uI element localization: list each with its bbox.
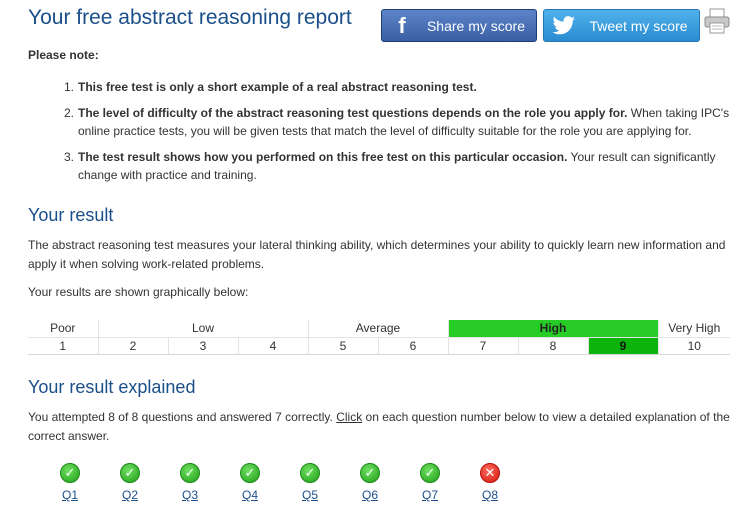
scale-number: 1 [28,336,99,355]
click-link[interactable]: Click [336,410,362,424]
twitter-share-label: Tweet my score [589,17,688,34]
question-link[interactable]: Q7 [422,488,438,502]
check-icon: ✓ [240,463,260,483]
scale-number: 10 [658,336,730,355]
question-link[interactable]: Q5 [302,488,318,502]
question-link[interactable]: Q3 [182,488,198,502]
page-title: Your free abstract reasoning report [28,6,352,29]
question-link[interactable]: Q2 [122,488,138,502]
scale-number-selected: 9 [588,336,659,355]
note-bold-text: The test result shows how you performed … [78,150,568,164]
scale-number: 5 [308,336,379,355]
question-item[interactable]: ✓ Q5 [280,463,340,502]
scale-number: 3 [168,336,239,355]
note-item: 2. The level of difficulty of the abstra… [64,104,732,140]
cross-icon: ✕ [480,463,500,483]
result-heading: Your result [28,205,114,225]
scale-category: Low [98,320,309,337]
facebook-share-button[interactable]: f Share my score [381,9,537,42]
scale-category: Poor [28,320,99,337]
question-link[interactable]: Q4 [242,488,258,502]
question-item[interactable]: ✓ Q1 [40,463,100,502]
check-icon: ✓ [360,463,380,483]
check-icon: ✓ [180,463,200,483]
check-icon: ✓ [300,463,320,483]
question-item[interactable]: ✓ Q6 [340,463,400,502]
note-bold-text: This free test is only a short example o… [78,80,477,94]
question-item[interactable]: ✓ Q7 [400,463,460,502]
scale-number: 7 [448,336,519,355]
note-number: 3. [64,150,75,164]
question-list: ✓ Q1 ✓ Q2 ✓ Q3 ✓ Q4 ✓ Q5 ✓ Q6 ✓ Q7 ✕ Q8 [40,463,520,502]
scale-category: Very High [668,321,721,336]
note-number: 1. [64,80,75,94]
facebook-icon: f [398,12,406,38]
scale-number: 4 [238,336,309,355]
scale-category-highlighted: High [448,320,659,337]
note-bold-text: The level of difficulty of the abstract … [78,106,628,120]
note-number: 2. [64,106,75,120]
explained-heading: Your result explained [28,377,196,397]
question-link[interactable]: Q6 [362,488,378,502]
question-item[interactable]: ✓ Q4 [220,463,280,502]
twitter-share-button[interactable]: Tweet my score [543,9,700,42]
note-heading: Please note: [28,48,99,62]
facebook-share-label: Share my score [426,17,526,34]
question-item[interactable]: ✓ Q3 [160,463,220,502]
check-icon: ✓ [420,463,440,483]
note-item: 1. This free test is only a short exampl… [64,78,732,96]
question-item[interactable]: ✕ Q8 [460,463,520,502]
explained-text: You attempted 8 of 8 questions and answe… [28,408,733,446]
scale-number: 8 [518,336,589,355]
printer-icon[interactable] [704,8,730,34]
result-description: The abstract reasoning test measures you… [28,238,726,271]
scale-number: 6 [378,336,449,355]
result-scale: Poor Low Average High Very High 1 2 3 4 … [28,320,730,355]
twitter-bird-icon [544,10,584,41]
explained-text-before: You attempted 8 of 8 questions and answe… [28,410,337,424]
check-icon: ✓ [120,463,140,483]
question-item[interactable]: ✓ Q2 [100,463,160,502]
graph-intro: Your results are shown graphically below… [28,285,249,299]
check-icon: ✓ [60,463,80,483]
scale-category: Average [308,320,449,337]
question-link[interactable]: Q8 [482,488,498,502]
scale-number: 2 [98,336,169,355]
note-item: 3. The test result shows how you perform… [64,148,732,184]
question-link[interactable]: Q1 [62,488,78,502]
note-list: 1. This free test is only a short exampl… [64,78,732,192]
